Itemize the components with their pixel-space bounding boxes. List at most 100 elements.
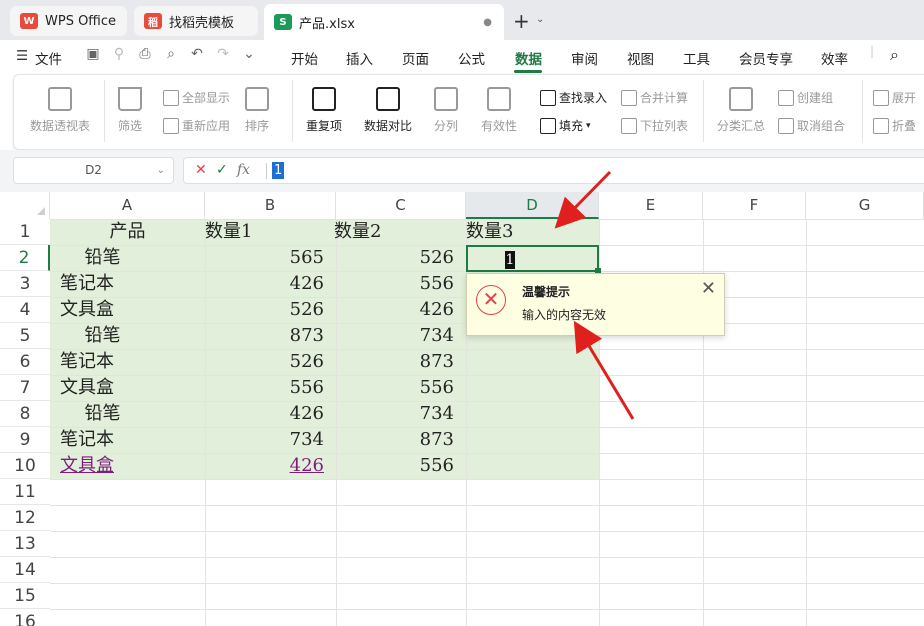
tab-workbook[interactable]: S 产品.xlsx ● [264, 4, 504, 40]
duplicates-button[interactable]: 重复项 [306, 87, 342, 134]
split-column-button[interactable]: 分列 [434, 87, 458, 134]
table-cell[interactable]: 526 [205, 297, 324, 323]
find-entry-button[interactable]: 查找录入 [540, 89, 607, 106]
menu-data[interactable]: 数据 [515, 48, 542, 68]
cell-edit-value[interactable]: 1 [505, 251, 515, 269]
table-cell[interactable]: 铅笔 [50, 323, 155, 349]
tab-template[interactable]: 稻 找稻壳模板 [134, 6, 258, 36]
formula-input[interactable]: ✕ ✓ fx 1 [183, 157, 924, 184]
table-cell[interactable]: 556 [336, 271, 454, 297]
row-header-11[interactable]: 11 [0, 479, 50, 505]
row-header-7[interactable]: 7 [0, 375, 50, 401]
reapply-button[interactable]: 重新应用 [163, 117, 230, 134]
row-header-9[interactable]: 9 [0, 427, 50, 453]
row-header-3[interactable]: 3 [0, 271, 50, 297]
column-header-g[interactable]: G [806, 192, 924, 219]
active-cell-d2[interactable] [466, 245, 599, 272]
table-cell[interactable]: 526 [336, 245, 454, 271]
row-header-14[interactable]: 14 [0, 557, 50, 583]
row-header-6[interactable]: 6 [0, 349, 50, 375]
print-icon[interactable]: ⎙ [136, 46, 154, 66]
dropdown-list-button[interactable]: 下拉列表 [621, 117, 688, 134]
function-fx-icon[interactable]: fx [237, 162, 250, 178]
menu-start[interactable]: 开始 [291, 48, 318, 68]
row-header-4[interactable]: 4 [0, 297, 50, 323]
table-cell[interactable]: 734 [205, 427, 324, 453]
table-cell[interactable]: 笔记本 [60, 427, 165, 453]
table-cell[interactable]: 556 [336, 375, 454, 401]
table-cell[interactable]: 556 [336, 453, 454, 479]
table-cell[interactable]: 426 [205, 271, 324, 297]
column-header-c[interactable]: C [336, 192, 466, 219]
save-icon[interactable]: ▣ [84, 46, 102, 66]
column-header-f[interactable]: F [703, 192, 806, 219]
menu-review[interactable]: 审阅 [571, 48, 598, 68]
row-header-8[interactable]: 8 [0, 401, 50, 427]
menu-efficiency[interactable]: 效率 [821, 48, 848, 68]
column-header-e[interactable]: E [599, 192, 703, 219]
fill-button[interactable]: 填充 ▾ [540, 117, 591, 134]
menu-member[interactable]: 会员专享 [739, 48, 793, 68]
table-header-cell[interactable]: 数量2 [334, 219, 464, 245]
column-header-a[interactable]: A [50, 192, 205, 219]
name-box[interactable]: D2 ⌄ [13, 157, 174, 184]
table-cell[interactable]: 556 [205, 375, 324, 401]
table-cell[interactable]: 铅笔 [50, 401, 155, 427]
table-cell[interactable]: 文具盒 [60, 453, 165, 479]
chevron-down-icon[interactable]: ⌄ [536, 14, 544, 25]
table-cell[interactable]: 873 [336, 349, 454, 375]
column-header-d[interactable]: D [466, 192, 599, 219]
hamburger-icon[interactable]: ☰ [16, 48, 28, 64]
undo-icon[interactable]: ↶ [188, 46, 206, 66]
tab-wps-office[interactable]: W WPS Office [10, 6, 127, 36]
tab-close-dot-icon[interactable]: ● [483, 17, 492, 28]
table-cell[interactable]: 426 [336, 297, 454, 323]
row-header-12[interactable]: 12 [0, 505, 50, 531]
ungroup-button[interactable]: 取消组合 [778, 117, 845, 134]
pivot-table-button[interactable]: 数据透视表 [30, 87, 90, 134]
table-cell[interactable]: 426 [205, 401, 324, 427]
table-cell[interactable]: 873 [336, 427, 454, 453]
table-cell[interactable]: 734 [336, 323, 454, 349]
menu-tools[interactable]: 工具 [683, 48, 710, 68]
row-header-15[interactable]: 15 [0, 583, 50, 609]
select-all-corner[interactable] [0, 192, 50, 219]
confirm-check-icon[interactable]: ✓ [216, 162, 228, 178]
validity-button[interactable]: 有效性 [481, 87, 517, 134]
table-header-cell[interactable]: 数量3 [466, 219, 599, 245]
cancel-x-icon[interactable]: ✕ [195, 162, 207, 178]
table-cell[interactable]: 文具盒 [60, 297, 165, 323]
create-group-button[interactable]: 创建组 [778, 89, 833, 106]
print-preview-icon[interactable]: ⌕ [162, 46, 180, 66]
menu-insert[interactable]: 插入 [346, 48, 373, 68]
table-header-cell[interactable]: 产品 [50, 219, 205, 245]
row-header-2[interactable]: 2 [0, 245, 50, 271]
chevron-down-icon[interactable]: ⌄ [157, 158, 165, 183]
table-cell[interactable]: 文具盒 [60, 375, 165, 401]
row-header-10[interactable]: 10 [0, 453, 50, 479]
row-header-16[interactable]: 16 [0, 609, 50, 626]
menu-file[interactable]: 文件 [35, 48, 62, 68]
data-compare-button[interactable]: 数据对比 [364, 87, 412, 134]
table-cell[interactable]: 873 [205, 323, 324, 349]
sort-button[interactable]: 排序 [245, 87, 269, 134]
column-header-b[interactable]: B [205, 192, 336, 219]
redo-icon[interactable]: ↷ [214, 46, 232, 66]
table-cell[interactable]: 铅笔 [50, 245, 155, 271]
show-all-button[interactable]: 全部显示 [163, 89, 230, 106]
table-cell[interactable]: 565 [205, 245, 324, 271]
menu-page[interactable]: 页面 [402, 48, 429, 68]
table-cell[interactable]: 笔记本 [60, 271, 165, 297]
expand-button[interactable]: 展开 [873, 89, 916, 106]
table-cell[interactable]: 426 [205, 453, 324, 479]
new-tab-plus-icon[interactable]: + [513, 9, 530, 33]
collapse-button[interactable]: 折叠 [873, 117, 916, 134]
row-header-5[interactable]: 5 [0, 323, 50, 349]
row-header-13[interactable]: 13 [0, 531, 50, 557]
consolidate-button[interactable]: 合并计算 [621, 89, 688, 106]
menu-formula[interactable]: 公式 [458, 48, 485, 68]
table-cell[interactable]: 526 [205, 349, 324, 375]
table-header-cell[interactable]: 数量1 [205, 219, 336, 245]
subtotal-button[interactable]: 分类汇总 [717, 87, 765, 134]
share-icon[interactable]: ⚲ [110, 46, 128, 66]
